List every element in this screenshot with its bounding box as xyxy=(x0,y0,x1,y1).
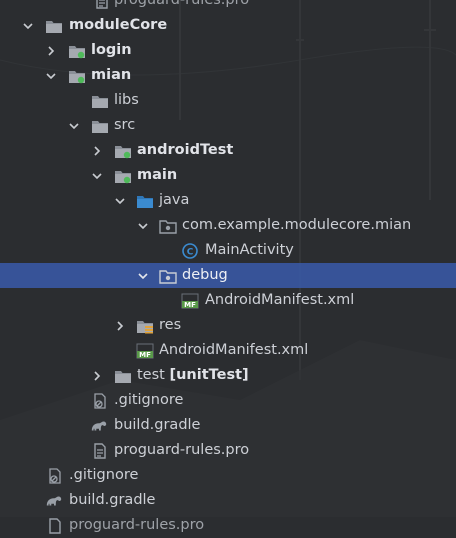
tree-row-src[interactable]: src xyxy=(0,113,456,138)
tree-row-androidtest[interactable]: androidTest xyxy=(0,138,456,163)
tree-row-label: libs xyxy=(114,92,139,108)
tree-row-label: proguard-rules.pro xyxy=(114,442,250,458)
tree-row-package[interactable]: com.example.modulecore.mian xyxy=(0,213,456,238)
file-icon xyxy=(93,0,111,13)
tree-row-label: main xyxy=(137,167,178,183)
gitignore-icon xyxy=(46,463,64,488)
project-tree: proguard-rules.pro moduleCore login mian xyxy=(0,0,456,538)
tree-row-label: java xyxy=(159,192,190,208)
svg-text:MF: MF xyxy=(139,351,151,359)
svg-text:MF: MF xyxy=(184,301,196,309)
chevron-down-icon[interactable] xyxy=(66,113,82,138)
module-folder-icon xyxy=(68,38,86,63)
tree-row-label: login xyxy=(91,42,132,58)
tree-row-label: build.gradle xyxy=(69,492,156,508)
file-icon xyxy=(91,438,109,463)
manifest-icon: MF xyxy=(136,338,154,363)
folder-icon xyxy=(91,113,109,138)
tree-row-label: .gitignore xyxy=(114,392,184,408)
module-folder-icon xyxy=(45,13,63,38)
tree-row-gitignore-root[interactable]: .gitignore xyxy=(0,463,456,488)
tree-row-suffix: [unitTest] xyxy=(169,367,249,383)
tree-row-label: mian xyxy=(91,67,132,83)
gitignore-icon xyxy=(91,388,109,413)
tree-row-label: test [unitTest] xyxy=(137,367,249,383)
tree-row-label: AndroidManifest.xml xyxy=(205,292,355,308)
tree-row-label: .gitignore xyxy=(69,467,139,483)
module-folder-icon xyxy=(114,163,132,188)
package-icon xyxy=(159,263,177,288)
chevron-down-icon[interactable] xyxy=(135,263,151,288)
tree-row-res[interactable]: res xyxy=(0,313,456,338)
tree-row-mainactivity[interactable]: C MainActivity xyxy=(0,238,456,263)
tree-row-buildgradle-module[interactable]: build.gradle xyxy=(0,413,456,438)
gradle-icon xyxy=(90,413,108,438)
tree-row-mian[interactable]: mian xyxy=(0,63,456,88)
tree-row-gitignore-module[interactable]: .gitignore xyxy=(0,388,456,413)
tree-row-debug[interactable]: debug xyxy=(0,263,456,288)
tree-row-label: moduleCore xyxy=(69,17,168,33)
tree-row-proguard-module[interactable]: proguard-rules.pro xyxy=(0,438,456,463)
test-folder-icon xyxy=(114,363,132,388)
tree-row-label: AndroidManifest.xml xyxy=(159,342,309,358)
folder-icon xyxy=(91,88,109,113)
tree-row-label: build.gradle xyxy=(114,417,201,433)
package-icon xyxy=(159,213,177,238)
source-folder-icon xyxy=(136,188,154,213)
tree-row-login[interactable]: login xyxy=(0,38,456,63)
chevron-down-icon[interactable] xyxy=(89,163,105,188)
chevron-down-icon[interactable] xyxy=(20,13,36,38)
class-icon: C xyxy=(181,238,199,263)
chevron-right-icon[interactable] xyxy=(43,38,59,63)
tree-row-main[interactable]: main xyxy=(0,163,456,188)
tree-row-label: proguard-rules.pro xyxy=(114,0,250,8)
tree-row-java[interactable]: java xyxy=(0,188,456,213)
tree-row-test[interactable]: test [unitTest] xyxy=(0,363,456,388)
chevron-down-icon[interactable] xyxy=(112,188,128,213)
tree-row-libs[interactable]: libs xyxy=(0,88,456,113)
chevron-right-icon[interactable] xyxy=(89,138,105,163)
chevron-right-icon[interactable] xyxy=(89,363,105,388)
tree-row-label: debug xyxy=(182,267,228,283)
tree-row-label: com.example.modulecore.mian xyxy=(182,217,412,233)
tree-row-label: androidTest xyxy=(137,142,234,158)
resources-folder-icon xyxy=(136,313,154,338)
tree-row-label: src xyxy=(114,117,136,133)
tree-row-manifest-main[interactable]: MF AndroidManifest.xml xyxy=(0,338,456,363)
tree-row-buildgradle-root[interactable]: build.gradle xyxy=(0,488,456,513)
manifest-icon: MF xyxy=(181,288,199,313)
module-folder-icon xyxy=(68,63,86,88)
module-folder-icon xyxy=(114,138,132,163)
gradle-icon xyxy=(45,488,63,513)
tree-row-label: res xyxy=(159,317,182,333)
chevron-down-icon[interactable] xyxy=(43,63,59,88)
tree-row[interactable]: proguard-rules.pro xyxy=(0,0,456,13)
tree-row-modulecore[interactable]: moduleCore xyxy=(0,13,456,38)
tree-row-label: MainActivity xyxy=(205,242,294,258)
tree-row-manifest-debug[interactable]: MF AndroidManifest.xml xyxy=(0,288,456,313)
svg-text:C: C xyxy=(187,247,194,257)
chevron-right-icon[interactable] xyxy=(112,313,128,338)
chevron-down-icon[interactable] xyxy=(135,213,151,238)
